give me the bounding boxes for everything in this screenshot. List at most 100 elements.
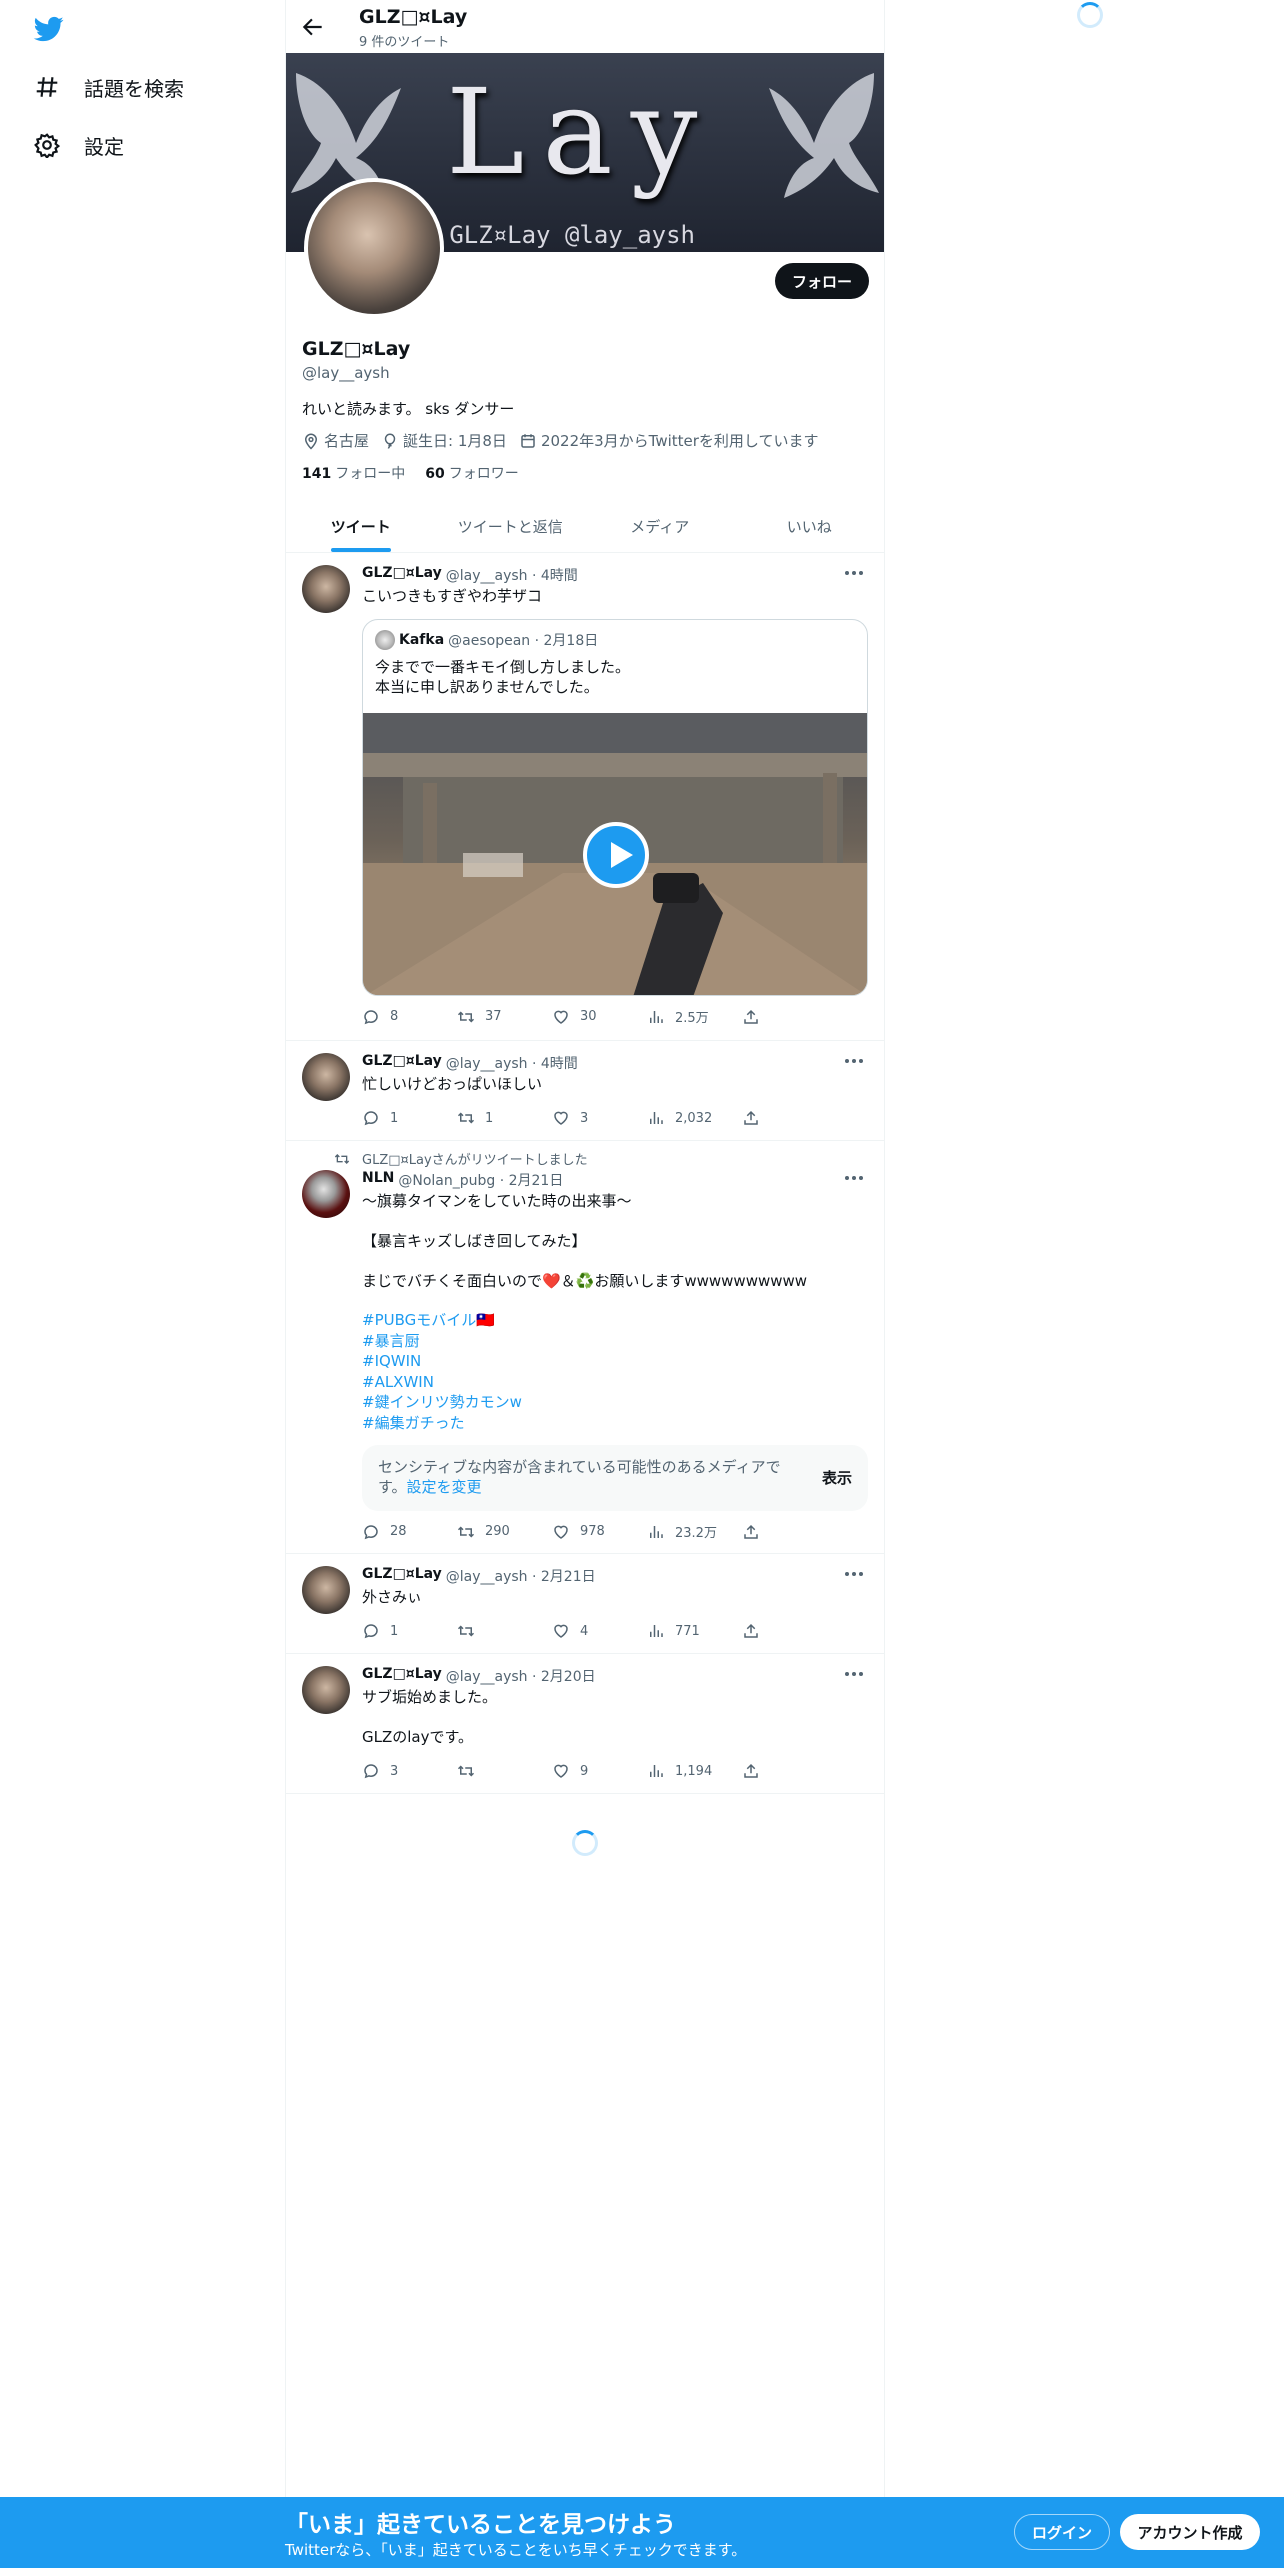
share-button[interactable] (742, 1109, 770, 1127)
views-button[interactable]: 2.5万 (647, 1007, 742, 1026)
hashtag-link[interactable]: #編集ガチった (362, 1413, 522, 1434)
tab-likes[interactable]: いいね (735, 500, 885, 552)
heart-icon (554, 1010, 568, 1024)
like-button[interactable]: 4 (552, 1622, 647, 1640)
profile-avatar[interactable] (304, 178, 444, 318)
tweet-author-name[interactable]: GLZ□¤Lay (362, 1053, 442, 1073)
tweet-author-name[interactable]: GLZ□¤Lay (362, 565, 442, 585)
tweet-author-name[interactable]: GLZ□¤Lay (362, 1666, 442, 1686)
hashtag-link[interactable]: #暴言厨 (362, 1331, 522, 1352)
views-button[interactable]: 2,032 (647, 1109, 742, 1127)
hashtag-link[interactable]: #ALXWIN (362, 1372, 522, 1393)
hashtag-link[interactable]: #PUBGモバイル🇹🇼 (362, 1310, 522, 1331)
sensitive-warning-text: センシティブな内容が含まれている可能性のあるメディアです。設定を変更 (378, 1457, 788, 1497)
profile-bio: れいと読みます。 sks ダンサー (302, 400, 515, 418)
view-count: 2,032 (675, 1110, 713, 1126)
nav-settings[interactable]: 設定 (34, 125, 124, 165)
retweet-label[interactable]: GLZ□¤Layさんがリツイートしました (362, 1149, 588, 1168)
login-button[interactable]: ログイン (1014, 2514, 1110, 2550)
tweet-author-meta: @lay__aysh · 2月20日 (445, 1669, 596, 1685)
tweet-avatar[interactable] (302, 1566, 350, 1614)
share-button[interactable] (742, 1007, 770, 1026)
tweet-author-meta: @lay__aysh · 4時間 (445, 1056, 578, 1072)
quote-video[interactable] (363, 713, 867, 995)
reply-icon (364, 1624, 378, 1639)
twitter-logo-icon[interactable] (32, 14, 66, 44)
retweet-icon (457, 1525, 475, 1538)
tweet-avatar[interactable] (302, 1666, 350, 1714)
quote-avatar (375, 630, 395, 650)
play-button[interactable] (583, 822, 649, 888)
tweet-author-name[interactable]: NLN (362, 1170, 394, 1190)
retweet-button[interactable] (457, 1762, 552, 1780)
like-count: 978 (580, 1524, 605, 1539)
nav-explore[interactable]: 話題を検索 (34, 67, 184, 107)
views-button[interactable]: 23.2万 (647, 1522, 742, 1541)
reply-count: 1 (390, 1110, 399, 1126)
more-options-icon[interactable] (841, 1666, 867, 1682)
retweet-button[interactable]: 290 (457, 1522, 552, 1541)
banner-subtitle: S: GLZ¤Lay @lay_aysh (406, 221, 695, 249)
reply-button[interactable]: 1 (362, 1109, 457, 1127)
nav-explore-label: 話題を検索 (84, 76, 184, 101)
retweet-count: 1 (485, 1110, 494, 1126)
share-button[interactable] (742, 1622, 770, 1640)
retweet-count: 290 (485, 1524, 510, 1539)
reply-button[interactable]: 8 (362, 1007, 457, 1026)
change-settings-link[interactable]: 設定を変更 (407, 1478, 482, 1496)
like-button[interactable]: 30 (552, 1007, 647, 1026)
tweet-avatar[interactable] (302, 1170, 350, 1218)
signup-button[interactable]: アカウント作成 (1120, 2514, 1260, 2550)
show-media-button[interactable]: 表示 (822, 1467, 852, 1488)
tab-tweets[interactable]: ツイート (286, 500, 436, 552)
retweet-button[interactable]: 1 (457, 1109, 552, 1127)
analytics-icon (650, 1625, 663, 1637)
more-options-icon[interactable] (841, 1170, 867, 1186)
like-count: 9 (580, 1763, 589, 1779)
views-button[interactable]: 1,194 (647, 1762, 742, 1780)
quote-tweet[interactable]: Kafka @aesopean · 2月18日 今までで一番キモイ倒し方しました… (362, 619, 868, 996)
tweet-avatar[interactable] (302, 1053, 350, 1101)
analytics-icon (650, 1765, 663, 1777)
left-nav: 話題を検索 設定 (0, 0, 285, 2568)
reply-button[interactable]: 28 (362, 1522, 457, 1541)
reply-button[interactable]: 3 (362, 1762, 457, 1780)
profile-name: GLZ□¤Lay (302, 338, 411, 360)
like-button[interactable]: 3 (552, 1109, 647, 1127)
tweet-author-meta: @lay__aysh · 4時間 (445, 568, 578, 584)
share-icon (744, 1110, 758, 1125)
like-button[interactable]: 978 (552, 1522, 647, 1541)
tab-tweets-and-replies[interactable]: ツイートと返信 (436, 500, 586, 552)
tweet[interactable]: GLZ□¤Lay @lay__aysh · 4時間 忙しいけどおっぱいほしい 1… (286, 1041, 884, 1141)
following-stat[interactable]: 141 フォロー中 (302, 463, 405, 483)
reply-button[interactable]: 1 (362, 1622, 457, 1640)
hashtag-link[interactable]: #IQWIN (362, 1351, 522, 1372)
more-options-icon[interactable] (841, 1053, 867, 1069)
like-button[interactable]: 9 (552, 1762, 647, 1780)
tweet-text: こいつきもすぎやわ芋ザコ (362, 587, 543, 605)
tweet-author-name[interactable]: GLZ□¤Lay (362, 1566, 442, 1586)
hashtag-link[interactable]: #鍵インリツ勢カモンw (362, 1392, 522, 1413)
view-count: 23.2万 (675, 1526, 717, 1541)
tweet-avatar[interactable] (302, 565, 350, 613)
main-column: GLZ□¤Lay 9 件のツイート Lay S: GLZ¤Lay @lay_ay… (285, 0, 885, 2500)
tweet-header: GLZ□¤Lay @lay__aysh · 4時間 (362, 565, 578, 585)
views-button[interactable]: 771 (647, 1622, 742, 1640)
more-options-icon[interactable] (841, 565, 867, 581)
share-button[interactable] (742, 1522, 770, 1541)
followers-stat[interactable]: 60 フォロワー (425, 463, 518, 483)
more-options-icon[interactable] (841, 1566, 867, 1582)
followers-label: フォロワー (448, 466, 519, 482)
heart-icon (554, 1764, 568, 1778)
tweet[interactable]: GLZ□¤Lay @lay__aysh · 2月21日 外さみぃ 1 4 771 (286, 1554, 884, 1654)
follow-button[interactable]: フォロー (775, 263, 869, 299)
tweet-author-meta: @lay__aysh · 2月21日 (445, 1569, 596, 1585)
retweet-button[interactable] (457, 1622, 552, 1640)
following-count: 141 (302, 466, 332, 482)
tab-media[interactable]: メディア (585, 500, 735, 552)
retweet-button[interactable]: 37 (457, 1007, 552, 1026)
tweet[interactable]: GLZ□¤Lay @lay__aysh · 2月20日 サブ垢始めました。 GL… (286, 1654, 884, 1794)
banner-title: Lay (446, 63, 716, 201)
back-arrow-icon[interactable] (300, 14, 326, 40)
share-button[interactable] (742, 1762, 770, 1780)
